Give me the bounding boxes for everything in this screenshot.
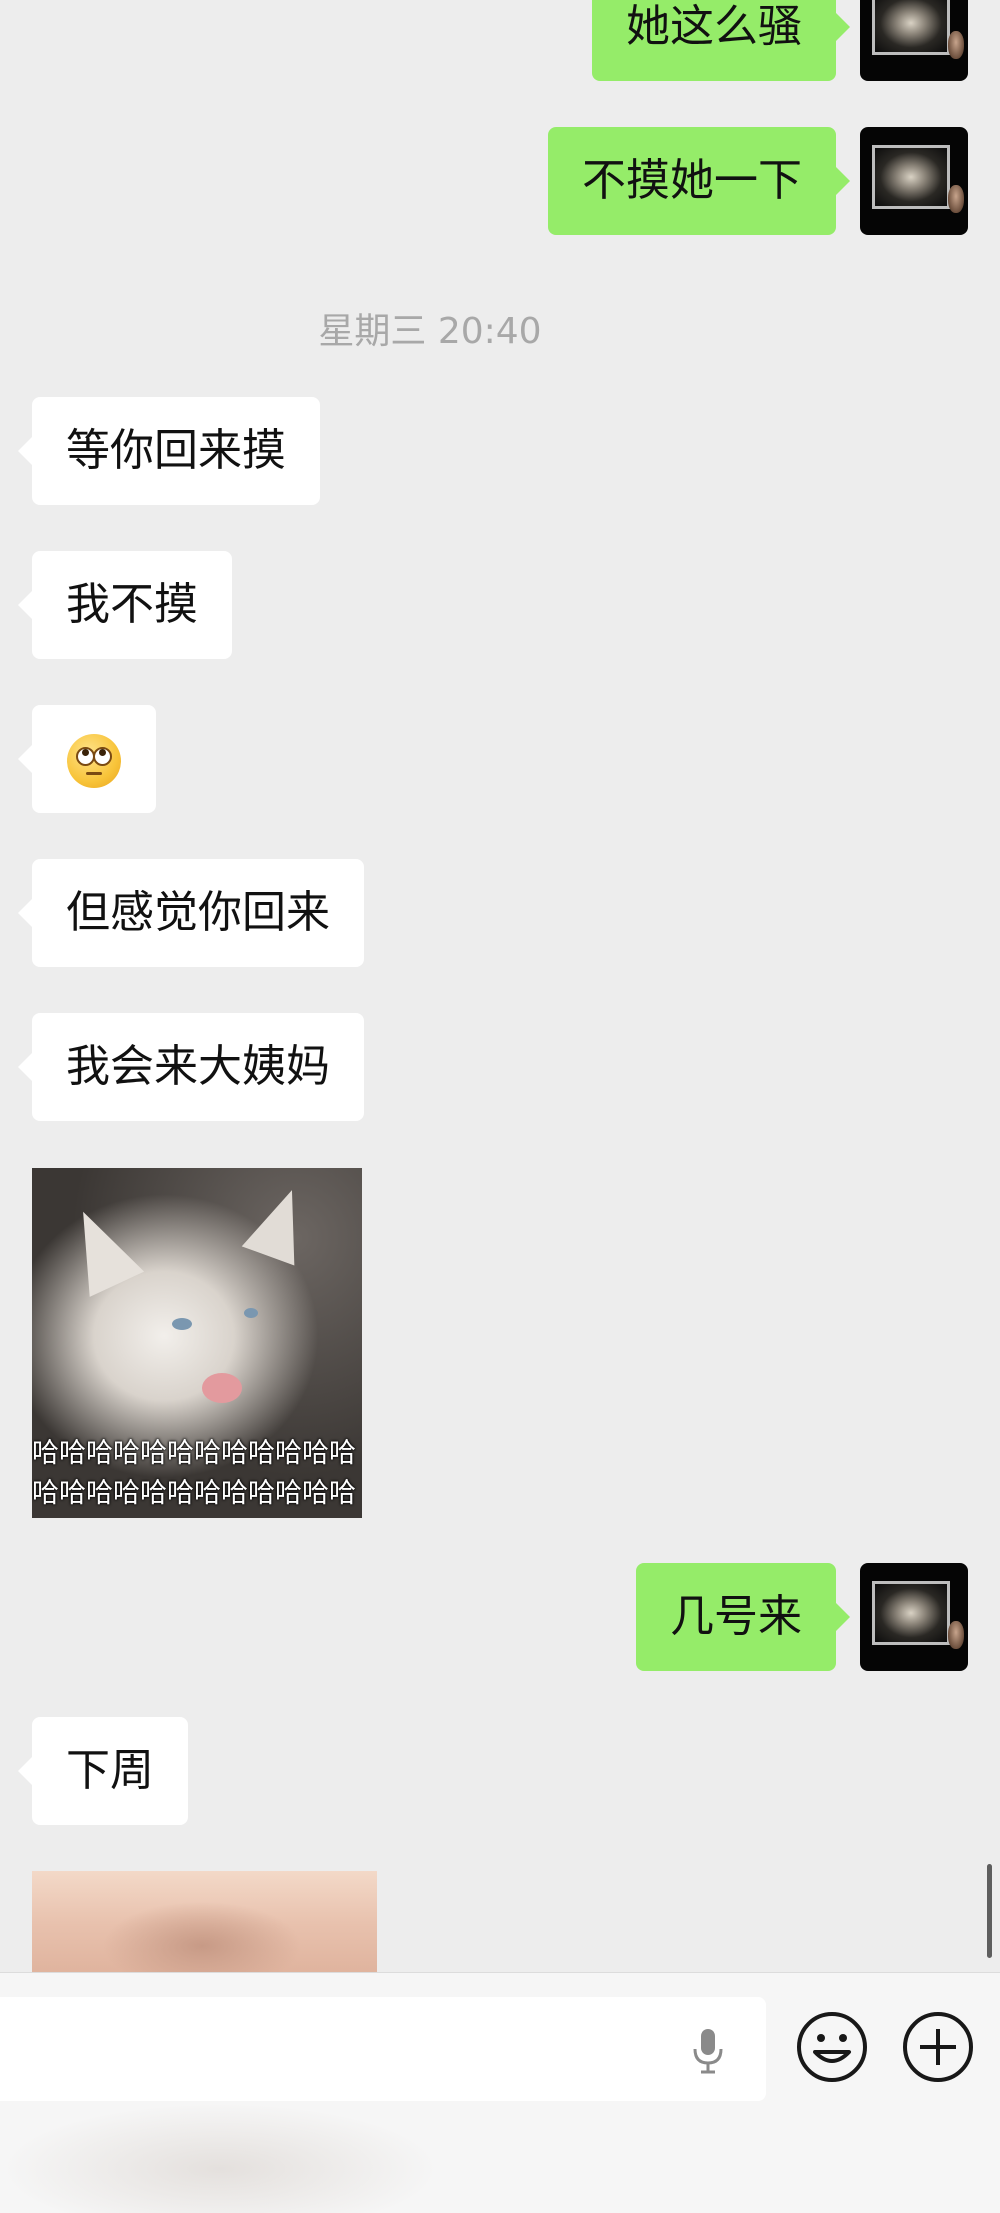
cat-eye (244, 1308, 258, 1318)
my-avatar[interactable] (860, 1563, 968, 1671)
cat-mouth (202, 1373, 242, 1403)
avatar-figure (948, 185, 964, 213)
message-bubble-outgoing[interactable]: 几号来 (636, 1563, 850, 1671)
chat-area[interactable]: 她这么骚 不摸她一下 星期三 20:40 等你回来摸 我不摸 但感觉你回来 我会… (0, 0, 1000, 1972)
message-bubble-outgoing[interactable]: 不摸她一下 (548, 127, 850, 235)
avatar-artwork (872, 1581, 950, 1645)
message-bubble-incoming[interactable]: 我会来大姨妈 (18, 1013, 364, 1121)
message-bubble-incoming[interactable]: 等你回来摸 (18, 397, 320, 505)
image-message[interactable] (32, 1871, 377, 1972)
message-bubble-incoming[interactable]: 我不摸 (18, 551, 232, 659)
message-text: 我不摸 (66, 579, 198, 630)
message-input[interactable] (0, 1997, 766, 2101)
smiley-icon[interactable] (795, 2010, 869, 2084)
cat-eye (172, 1318, 192, 1330)
blurred-keyboard-area (0, 2103, 440, 2213)
photo-shading (102, 1901, 302, 1972)
cat-sticker-image[interactable]: 哈哈哈哈哈哈哈哈哈哈哈哈 哈哈哈哈哈哈哈哈哈哈哈哈 (32, 1168, 362, 1518)
message-text: 几号来 (670, 1591, 802, 1642)
my-avatar[interactable] (860, 127, 968, 235)
message-bubble-incoming[interactable]: 但感觉你回来 (18, 859, 364, 967)
sticker-caption: 哈哈哈哈哈哈哈哈哈哈哈哈 (32, 1438, 356, 1469)
message-text: 不摸她一下 (582, 155, 802, 206)
plus-icon[interactable] (901, 2010, 975, 2084)
message-text: 下周 (66, 1745, 154, 1796)
input-bar (0, 1972, 1000, 2213)
microphone-icon[interactable] (690, 2027, 726, 2075)
cat-ear (55, 1199, 145, 1297)
message-bubble-outgoing[interactable]: 她这么骚 (592, 0, 850, 81)
message-text: 但感觉你回来 (66, 887, 330, 938)
message-bubble-incoming[interactable] (18, 705, 156, 813)
avatar-figure (948, 1621, 964, 1649)
avatar-figure (948, 31, 964, 59)
avatar-artwork (872, 0, 950, 55)
timestamp: 星期三 20:40 (318, 311, 542, 352)
message-text: 她这么骚 (626, 1, 802, 52)
message-text: 等你回来摸 (66, 425, 286, 476)
message-text: 我会来大姨妈 (66, 1041, 330, 1092)
scrollbar[interactable] (987, 1864, 992, 1958)
sticker-caption: 哈哈哈哈哈哈哈哈哈哈哈哈 (32, 1478, 356, 1509)
rolling-eyes-emoji-icon (67, 734, 121, 788)
my-avatar[interactable] (860, 0, 968, 81)
avatar-artwork (872, 145, 950, 209)
cat-ear (241, 1180, 319, 1266)
message-bubble-incoming[interactable]: 下周 (18, 1717, 188, 1825)
